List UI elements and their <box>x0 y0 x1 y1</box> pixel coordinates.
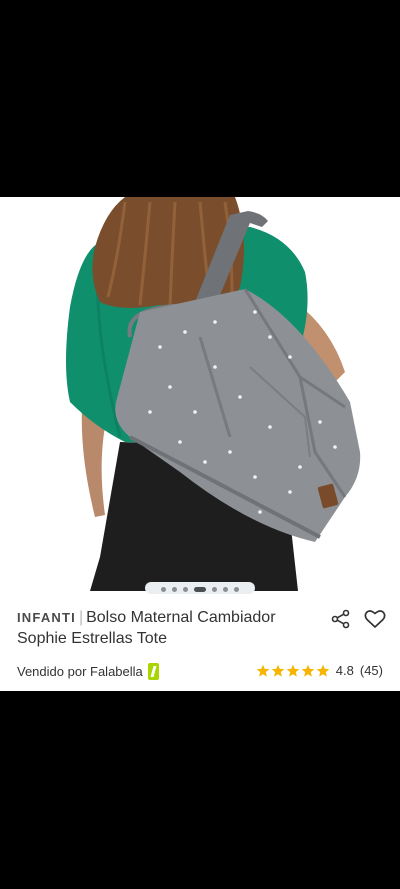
star-icon <box>316 664 330 677</box>
share-button[interactable] <box>330 608 352 630</box>
product-brand[interactable]: INFANTI <box>17 610 76 625</box>
brand-separator: | <box>78 609 84 626</box>
carousel-dot-active[interactable] <box>194 586 206 592</box>
product-rating[interactable]: 4.8 (45) <box>256 663 383 678</box>
rating-count: (45) <box>359 663 383 678</box>
carousel-dot[interactable] <box>212 586 217 592</box>
carousel-dot[interactable] <box>183 586 188 592</box>
product-image[interactable] <box>0 197 400 594</box>
carousel-indicators[interactable] <box>0 584 400 594</box>
star-icon <box>256 664 270 677</box>
rating-stars <box>256 664 330 678</box>
wishlist-button[interactable] <box>364 608 386 630</box>
product-card: INFANTI | Bolso Maternal Cambiador Sophie … <box>0 197 400 691</box>
product-actions <box>330 608 386 630</box>
share-icon <box>331 609 350 629</box>
product-title-block: INFANTI | Bolso Maternal Cambiador Sophie … <box>17 607 317 649</box>
heart-icon <box>364 610 386 628</box>
carousel-dot[interactable] <box>223 586 228 592</box>
star-icon <box>301 664 315 677</box>
carousel-dot[interactable] <box>172 586 177 592</box>
product-photo <box>0 197 400 591</box>
carousel-dot[interactable] <box>161 586 166 592</box>
star-icon <box>286 664 300 677</box>
seller-info[interactable]: Vendido por Falabella <box>17 663 159 680</box>
seller-label: Vendido por Falabella <box>17 664 143 679</box>
star-icon <box>271 664 285 677</box>
falabella-badge-icon <box>147 663 159 680</box>
carousel-dot[interactable] <box>234 586 239 592</box>
rating-value: 4.8 <box>335 663 354 678</box>
